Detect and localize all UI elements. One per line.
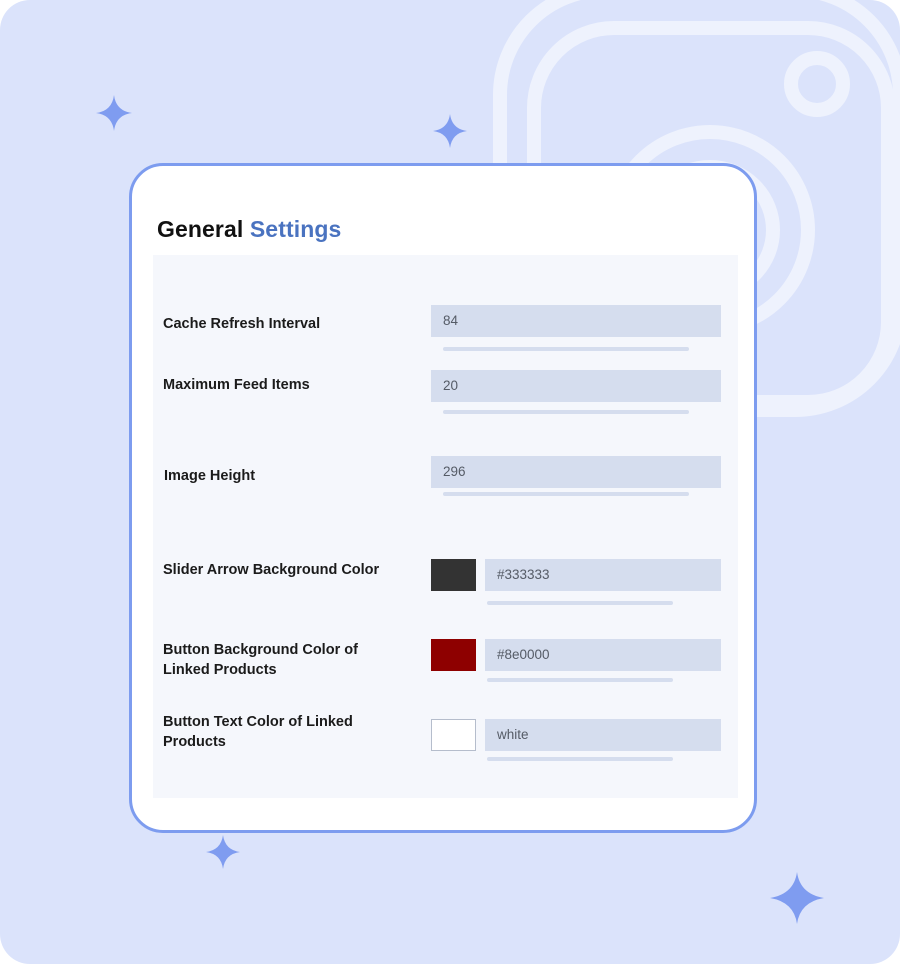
title-primary: General: [157, 216, 244, 242]
slider-arrow-color-input[interactable]: #333333: [485, 559, 721, 591]
button-text-color-label: Button Text Color of Linked Products: [163, 714, 353, 750]
sparkle-icon: [206, 835, 240, 869]
page-title: General Settings: [157, 216, 341, 243]
slider-arrow-bg-color-label: Slider Arrow Background Color: [163, 562, 380, 578]
input-underline: [443, 347, 689, 351]
image-height-label: Image Height: [164, 468, 256, 484]
button-text-color-input[interactable]: white: [485, 719, 721, 751]
cache-refresh-interval-label: Cache Refresh Interval: [163, 316, 321, 332]
button-bg-color-input[interactable]: #8e0000: [485, 639, 721, 671]
input-underline: [487, 601, 673, 605]
input-underline: [443, 410, 689, 414]
slider-arrow-color-swatch[interactable]: [431, 559, 476, 591]
sparkle-icon: [433, 114, 467, 148]
button-bg-color-swatch[interactable]: [431, 639, 476, 671]
maximum-feed-items-input[interactable]: 20: [431, 370, 721, 402]
sparkle-icon: [770, 872, 824, 924]
button-text-color-swatch[interactable]: [431, 719, 476, 751]
sparkle-icon: [96, 95, 132, 131]
title-accent: Settings: [249, 216, 342, 242]
input-underline: [443, 492, 689, 496]
cache-refresh-interval-input[interactable]: 84: [431, 305, 721, 337]
settings-card: General Settings Cache Refresh Interval …: [129, 163, 757, 833]
maximum-feed-items-label: Maximum Feed Items: [163, 377, 310, 393]
input-underline: [487, 757, 673, 761]
image-height-input[interactable]: 296: [431, 456, 721, 488]
input-underline: [487, 678, 673, 682]
button-bg-color-label: Button Background Color of Linked Produc…: [163, 642, 358, 678]
settings-panel: Cache Refresh Interval 84 Maximum Feed I…: [153, 255, 738, 798]
